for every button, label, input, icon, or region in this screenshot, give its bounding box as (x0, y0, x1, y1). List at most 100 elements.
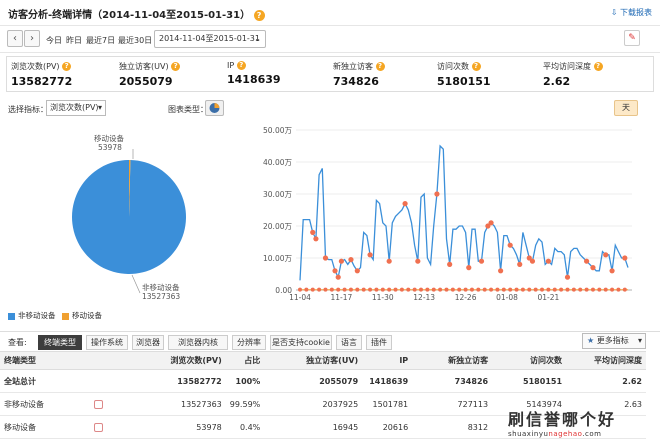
data-point[interactable] (313, 236, 319, 242)
pie-slice-nonmobile[interactable] (71, 160, 186, 274)
next-period-button[interactable]: › (24, 30, 40, 47)
data-point-mobile[interactable] (450, 287, 455, 292)
tab-5[interactable]: 是否支持cookie (270, 335, 332, 350)
data-point-mobile[interactable] (482, 287, 487, 292)
trend-icon[interactable] (93, 422, 103, 432)
data-point-mobile[interactable] (336, 287, 341, 292)
data-point[interactable] (545, 258, 551, 264)
data-point-mobile[interactable] (399, 287, 404, 292)
tab-2[interactable]: 浏览器 (132, 335, 164, 350)
data-point-mobile[interactable] (527, 287, 532, 292)
data-point[interactable] (332, 268, 338, 274)
data-point-mobile[interactable] (457, 287, 462, 292)
data-point[interactable] (322, 255, 329, 261)
data-point-mobile[interactable] (603, 287, 608, 292)
data-point-mobile[interactable] (444, 287, 449, 292)
data-point-mobile[interactable] (590, 287, 595, 292)
data-point[interactable] (609, 268, 615, 274)
data-point-mobile[interactable] (317, 287, 322, 292)
data-point[interactable] (590, 265, 596, 271)
data-point[interactable] (434, 191, 440, 197)
tab-0[interactable]: 终端类型 (38, 335, 82, 350)
data-point[interactable] (415, 258, 421, 264)
data-point-mobile[interactable] (622, 287, 627, 292)
tab-6[interactable]: 语言 (336, 335, 362, 350)
data-point[interactable] (622, 255, 628, 261)
data-point-mobile[interactable] (304, 287, 309, 292)
trend-icon[interactable] (93, 399, 103, 409)
data-point-mobile[interactable] (463, 287, 468, 292)
data-point-mobile[interactable] (298, 287, 302, 292)
data-point-mobile[interactable] (368, 287, 373, 292)
data-point[interactable] (529, 258, 536, 264)
data-point[interactable] (335, 274, 341, 280)
data-point-mobile[interactable] (546, 287, 551, 292)
data-point-mobile[interactable] (380, 287, 385, 292)
data-point[interactable] (338, 258, 344, 264)
data-point-mobile[interactable] (425, 287, 430, 292)
data-point[interactable] (507, 242, 513, 248)
tab-1[interactable]: 操作系统 (86, 335, 128, 350)
data-point-mobile[interactable] (387, 287, 392, 292)
data-point-mobile[interactable] (329, 287, 334, 292)
data-point[interactable] (466, 265, 472, 271)
range-last7[interactable]: 最近7日 (86, 35, 115, 46)
data-point-mobile[interactable] (501, 287, 506, 292)
data-point-mobile[interactable] (552, 287, 557, 292)
data-point-mobile[interactable] (406, 287, 411, 292)
granularity-day-button[interactable]: 天 (614, 100, 638, 116)
data-point[interactable] (488, 220, 494, 226)
range-yesterday[interactable]: 昨日 (66, 35, 82, 46)
data-point-mobile[interactable] (489, 287, 494, 292)
tab-4[interactable]: 分辨率 (232, 335, 266, 350)
help-icon[interactable]: ? (593, 62, 603, 71)
data-point-mobile[interactable] (469, 287, 474, 292)
data-point-mobile[interactable] (514, 287, 519, 292)
data-point-mobile[interactable] (610, 287, 615, 292)
pin-icon[interactable]: ✎ (624, 30, 640, 46)
data-point-mobile[interactable] (565, 287, 570, 292)
data-point-mobile[interactable] (616, 287, 621, 292)
data-point[interactable] (603, 252, 609, 258)
data-point[interactable] (348, 257, 354, 263)
data-point-mobile[interactable] (374, 287, 379, 292)
data-point[interactable] (447, 261, 453, 267)
col-header-depth[interactable]: 平均访问深度 (566, 351, 646, 370)
help-icon[interactable]: ? (253, 10, 265, 21)
data-point-mobile[interactable] (310, 287, 315, 292)
tab-7[interactable]: 插件 (366, 335, 392, 350)
data-point-mobile[interactable] (355, 287, 360, 292)
data-point[interactable] (564, 274, 571, 280)
range-today[interactable]: 今日 (46, 35, 62, 46)
data-point-mobile[interactable] (412, 287, 417, 292)
more-metrics-button[interactable]: ★ 更多指标 ▾ (582, 333, 646, 349)
data-point-mobile[interactable] (361, 287, 366, 292)
col-header-visits[interactable]: 访问次数 (492, 351, 567, 370)
data-point-mobile[interactable] (476, 287, 481, 292)
help-icon[interactable]: ? (236, 61, 246, 70)
col-header-uv[interactable]: 独立访客(UV) (264, 351, 363, 370)
data-point[interactable] (517, 261, 523, 267)
legend-nonmobile[interactable]: 非移动设备 (8, 310, 56, 321)
tab-3[interactable]: 浏览器内核 (168, 335, 228, 350)
col-header-new[interactable]: 新独立访客 (412, 351, 493, 370)
data-point-mobile[interactable] (597, 287, 602, 292)
prev-period-button[interactable]: ‹ (7, 30, 23, 47)
col-header-ip[interactable]: IP (362, 351, 413, 370)
data-point-mobile[interactable] (571, 287, 576, 292)
help-icon[interactable]: ? (62, 62, 72, 71)
help-icon[interactable]: ? (171, 62, 181, 71)
pie-chart-type-button[interactable] (205, 100, 224, 116)
data-point-mobile[interactable] (578, 287, 583, 292)
data-point-mobile[interactable] (533, 287, 538, 292)
col-header-type[interactable]: 终端类型 (0, 351, 90, 370)
data-point-mobile[interactable] (393, 287, 398, 292)
data-point[interactable] (367, 252, 373, 258)
data-point[interactable] (478, 258, 485, 264)
data-point-mobile[interactable] (584, 287, 589, 292)
data-point-mobile[interactable] (438, 287, 443, 292)
help-icon[interactable]: ? (375, 62, 385, 71)
date-range-select[interactable]: 2014-11-04至2015-01-31 ⌄ (154, 30, 266, 48)
metric-select[interactable]: 浏览次数(PV) ▾ (46, 100, 106, 116)
data-point-mobile[interactable] (348, 287, 353, 292)
